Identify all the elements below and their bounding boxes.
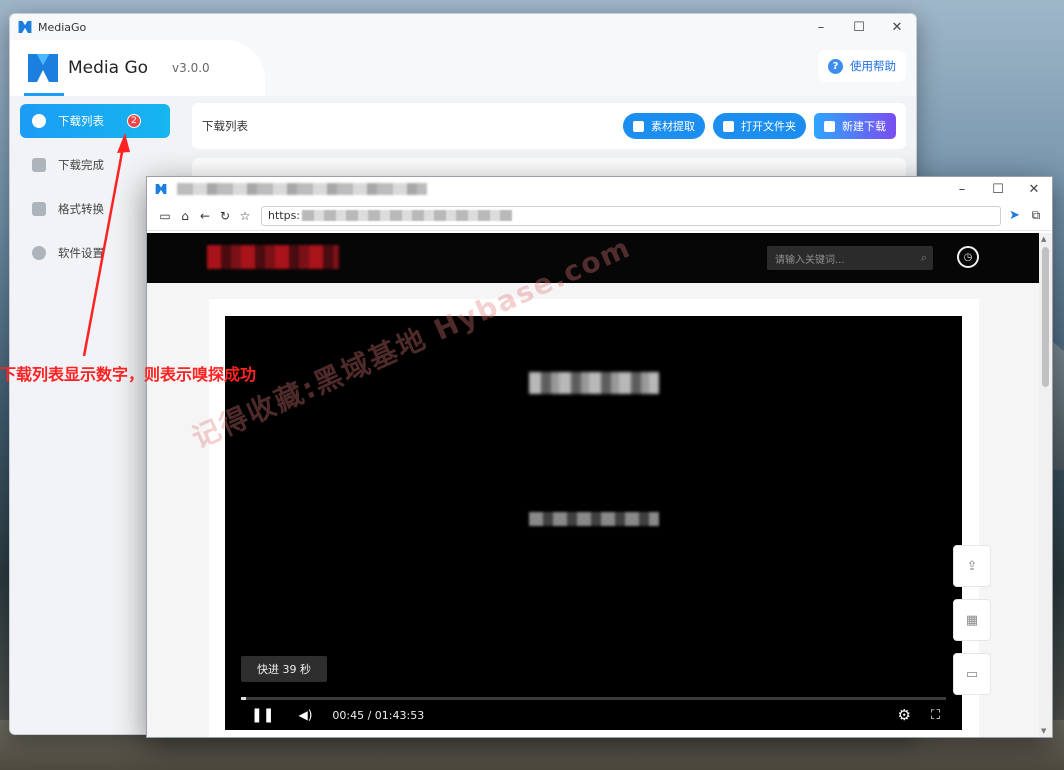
help-button[interactable]: ? 使用帮助 xyxy=(818,50,906,82)
search-icon[interactable]: ⌕ xyxy=(921,251,927,265)
back-icon[interactable]: ← xyxy=(195,209,215,223)
sidebar-item-label: 下载完成 xyxy=(58,158,104,172)
download-count-badge: 2 xyxy=(127,114,141,128)
help-label: 使用帮助 xyxy=(850,59,896,73)
annotation-text: 下载列表显示数字，则表示嗅探成功 xyxy=(0,365,257,384)
url-input[interactable]: https: xyxy=(261,205,1001,226)
convert-icon xyxy=(32,202,46,216)
page-scrollbar[interactable]: ▲ ▼ xyxy=(1039,233,1052,737)
new-download-label: 新建下载 xyxy=(842,120,886,133)
extract-icon xyxy=(633,120,644,132)
download-icon xyxy=(824,120,835,132)
side-tools: ⇪ ▦ ▭ xyxy=(953,545,991,707)
folder-icon xyxy=(723,120,734,132)
question-icon: ? xyxy=(828,58,843,74)
seek-tooltip: 快进 39 秒 xyxy=(241,656,327,682)
scroll-up-icon[interactable]: ▲ xyxy=(1041,235,1046,243)
open-folder-button[interactable]: 打开文件夹 xyxy=(713,113,806,139)
pause-icon[interactable]: ❚❚ xyxy=(251,707,274,723)
browser-toolbar: ▭ ⌂ ← ↻ ☆ https: ➤ ⧉ xyxy=(147,201,1052,231)
blurred-video-text xyxy=(529,372,659,394)
history-icon[interactable]: ◷ xyxy=(957,246,979,268)
content-title: 下载列表 xyxy=(202,119,248,133)
new-download-button[interactable]: 新建下载 xyxy=(814,113,896,139)
sidebar-item-download-list[interactable]: 下载列表 2 xyxy=(20,104,170,138)
home-icon[interactable]: ⌂ xyxy=(175,209,195,223)
browser-titlebar: – ☐ ✕ xyxy=(147,177,1052,201)
settings-gear-icon[interactable]: ⚙ xyxy=(897,706,910,724)
url-prefix: https: xyxy=(268,209,301,222)
browser-logo-icon xyxy=(155,184,167,194)
external-window-icon[interactable]: ⧉ xyxy=(1026,208,1046,223)
fullscreen-icon[interactable]: ⛶ xyxy=(931,708,940,723)
app-version: v3.0.0 xyxy=(172,61,210,75)
scroll-down-icon[interactable]: ▼ xyxy=(1041,727,1046,735)
window-title: MediaGo xyxy=(38,20,87,34)
mediago-brand-logo-icon xyxy=(28,54,58,82)
search-placeholder: 请输入关键词... xyxy=(775,254,845,266)
cloud-download-icon xyxy=(32,114,46,128)
extract-button[interactable]: 素材提取 xyxy=(623,113,705,139)
scroll-thumb[interactable] xyxy=(1042,247,1049,387)
minimize-icon[interactable]: – xyxy=(944,177,980,201)
brand: Media Go v3.0.0 xyxy=(10,40,265,96)
gear-icon xyxy=(32,246,46,260)
minimize-icon[interactable]: – xyxy=(802,14,840,40)
mediago-titlebar: MediaGo – ☐ ✕ xyxy=(10,14,916,40)
app-name: Media Go xyxy=(68,58,149,78)
blurred-video-text xyxy=(529,512,659,526)
qrcode-icon[interactable]: ▦ xyxy=(953,599,991,641)
comment-icon[interactable]: ▭ xyxy=(953,653,991,695)
video-time: 00:45 / 01:43:53 xyxy=(332,708,425,722)
sidebar-item-label: 下载列表 xyxy=(58,114,104,128)
mediago-header: Media Go v3.0.0 ? 使用帮助 xyxy=(10,40,916,96)
star-icon[interactable]: ☆ xyxy=(235,209,255,223)
browser-window-controls: – ☐ ✕ xyxy=(944,177,1052,201)
video-controls: ❚❚ ◀) 00:45 / 01:43:53 ⚙ ⛶ xyxy=(241,704,946,726)
check-box-icon xyxy=(32,158,46,172)
web-page: 请输入关键词... ⌕ ◷ 快进 39 秒 ❚❚ ◀) 00:45 / 01:4… xyxy=(147,233,1052,737)
blurred-site-logo xyxy=(207,245,339,269)
monitor-icon[interactable]: ▭ xyxy=(155,209,175,223)
video-progress-fill xyxy=(241,697,247,700)
extract-label: 素材提取 xyxy=(651,120,695,133)
blurred-page-title xyxy=(177,183,427,195)
close-icon[interactable]: ✕ xyxy=(1016,177,1052,201)
mediago-logo-icon xyxy=(18,21,32,33)
reload-icon[interactable]: ↻ xyxy=(215,209,235,223)
open-folder-label: 打开文件夹 xyxy=(741,120,796,133)
window-controls: – ☐ ✕ xyxy=(802,14,916,40)
content-header: 下载列表 素材提取 打开文件夹 新建下载 xyxy=(192,103,906,149)
go-icon[interactable]: ➤ xyxy=(1009,208,1020,223)
sidebar-item-label: 软件设置 xyxy=(58,246,104,260)
header-actions: 素材提取 打开文件夹 新建下载 xyxy=(623,113,896,139)
maximize-icon[interactable]: ☐ xyxy=(840,14,878,40)
sidebar-item-label: 格式转换 xyxy=(58,202,104,216)
maximize-icon[interactable]: ☐ xyxy=(980,177,1016,201)
volume-icon[interactable]: ◀) xyxy=(298,708,312,722)
close-icon[interactable]: ✕ xyxy=(878,14,916,40)
site-search-input[interactable]: 请输入关键词... ⌕ xyxy=(767,246,933,270)
blurred-url xyxy=(302,210,513,221)
share-icon[interactable]: ⇪ xyxy=(953,545,991,587)
video-progress-bar[interactable] xyxy=(241,697,946,700)
